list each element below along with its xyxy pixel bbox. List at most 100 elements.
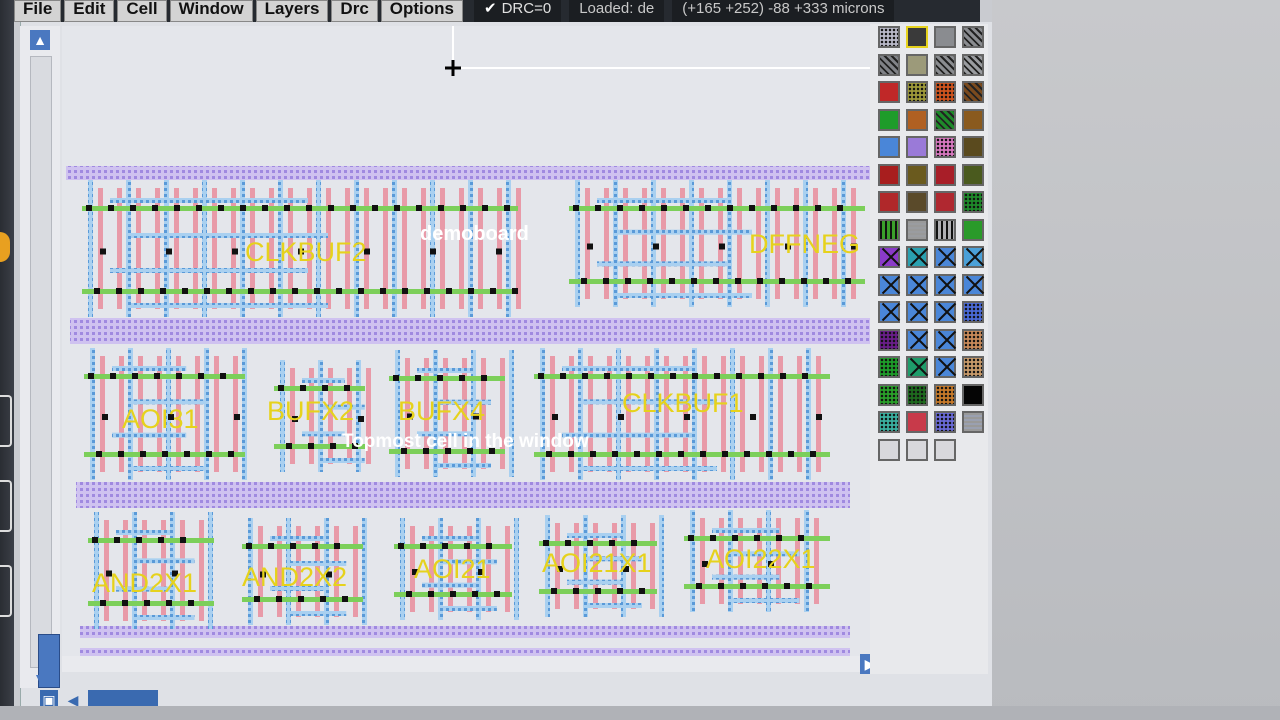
layer-swatch[interactable] <box>906 26 928 48</box>
layer-swatch[interactable] <box>934 273 956 296</box>
layer-swatch[interactable] <box>878 191 900 213</box>
layer-swatch[interactable] <box>934 136 956 158</box>
contact <box>122 600 128 606</box>
layer-swatch[interactable] <box>962 356 984 378</box>
app-launcher-icon[interactable] <box>0 232 10 262</box>
layer-swatch[interactable] <box>962 383 984 406</box>
layer-swatch[interactable] <box>962 218 984 241</box>
layer-swatch[interactable] <box>906 163 928 186</box>
layer-swatch[interactable] <box>878 218 900 241</box>
layer-swatch[interactable] <box>962 191 984 213</box>
cursor-coordinates: (+165 +252) -88 +333 microns <box>672 0 895 22</box>
dock-item-icon[interactable] <box>0 565 12 617</box>
layer-swatch[interactable] <box>962 81 984 103</box>
menu-cell[interactable]: Cell <box>117 0 167 22</box>
layer-swatch[interactable] <box>962 26 984 48</box>
metal1-wire <box>322 458 365 463</box>
layer-swatch[interactable] <box>906 53 928 76</box>
contact <box>551 588 557 594</box>
dock-item-icon[interactable] <box>0 480 12 532</box>
layer-swatch[interactable] <box>878 328 900 351</box>
drc-status[interactable]: ✔ DRC=0 <box>474 0 562 22</box>
layer-swatch[interactable] <box>962 411 984 433</box>
layer-swatch[interactable] <box>962 328 984 351</box>
layer-swatch[interactable] <box>878 26 900 48</box>
layer-swatch[interactable] <box>878 273 900 296</box>
layer-swatch[interactable] <box>962 163 984 186</box>
contact <box>823 278 829 284</box>
layer-swatch[interactable] <box>934 163 956 186</box>
layer-swatch[interactable] <box>906 383 928 406</box>
layer-swatch[interactable] <box>878 53 900 76</box>
screen-bottom-edge <box>0 706 1280 720</box>
menu-file[interactable]: File <box>14 0 62 22</box>
layout-drawing[interactable]: CLKBUF2 DFFNEG AOI31 BUFX2 BUFX4 CLKBUF1… <box>62 26 870 666</box>
contact <box>438 205 444 211</box>
layer-swatch[interactable] <box>878 301 900 323</box>
layer-swatch[interactable] <box>934 438 956 461</box>
layer-swatch[interactable] <box>934 411 956 433</box>
arrow-down-icon[interactable]: ▼ <box>30 668 50 688</box>
layer-swatch[interactable] <box>934 81 956 103</box>
metal1-wire <box>806 348 811 480</box>
layer-swatch[interactable] <box>934 191 956 213</box>
layer-swatch[interactable] <box>906 301 928 323</box>
layer-swatch[interactable] <box>878 163 900 186</box>
layer-swatch[interactable] <box>962 108 984 131</box>
layer-swatch[interactable] <box>906 191 928 213</box>
layer-swatch[interactable] <box>906 411 928 433</box>
layer-swatch[interactable] <box>906 136 928 158</box>
layer-swatch[interactable] <box>906 273 928 296</box>
menu-layers[interactable]: Layers <box>255 0 329 22</box>
contact <box>240 205 246 211</box>
contact <box>648 373 654 379</box>
layer-swatch[interactable] <box>934 301 956 323</box>
contact <box>718 583 724 589</box>
vertical-scrollbar[interactable]: ▲ ▼ <box>20 26 60 688</box>
layer-swatch[interactable] <box>934 26 956 48</box>
layer-swatch[interactable] <box>962 53 984 76</box>
metal1-wire <box>110 198 308 203</box>
layer-swatch[interactable] <box>962 136 984 158</box>
layer-swatch[interactable] <box>906 246 928 268</box>
layer-swatch[interactable] <box>878 246 900 268</box>
layer-swatch[interactable] <box>906 81 928 103</box>
menu-window[interactable]: Window <box>169 0 253 22</box>
layer-swatch[interactable] <box>962 273 984 296</box>
layer-swatch[interactable] <box>906 218 928 241</box>
layer-swatch[interactable] <box>934 383 956 406</box>
layer-swatch[interactable] <box>934 53 956 76</box>
layer-swatch[interactable] <box>878 438 900 461</box>
layer-swatch[interactable] <box>906 108 928 131</box>
layer-swatch[interactable] <box>934 246 956 268</box>
layer-swatch[interactable] <box>878 383 900 406</box>
menu-options[interactable]: Options <box>380 0 463 22</box>
contact <box>496 248 502 255</box>
arrow-up-icon[interactable]: ▲ <box>30 30 50 50</box>
layer-swatch[interactable] <box>906 356 928 378</box>
topmost-cell-label: Topmost cell in the window <box>342 431 589 452</box>
dock-item-icon[interactable] <box>0 395 12 447</box>
layer-swatch[interactable] <box>878 136 900 158</box>
layout-canvas[interactable]: CLKBUF2 DFFNEG AOI31 BUFX2 BUFX4 CLKBUF1… <box>62 26 870 666</box>
menu-drc[interactable]: Drc <box>331 0 378 22</box>
layer-swatch[interactable] <box>934 108 956 131</box>
layer-swatch[interactable] <box>878 411 900 433</box>
layer-swatch[interactable] <box>906 328 928 351</box>
layer-swatch[interactable] <box>878 356 900 378</box>
layer-swatch[interactable] <box>934 356 956 378</box>
layer-swatch[interactable] <box>906 438 928 461</box>
layer-swatch[interactable] <box>934 218 956 241</box>
layer-swatch[interactable] <box>934 328 956 351</box>
contact <box>118 451 124 457</box>
layer-swatch[interactable] <box>878 81 900 103</box>
layer-swatch[interactable] <box>962 246 984 268</box>
contact <box>234 414 240 420</box>
layer-swatch[interactable] <box>962 301 984 323</box>
horizontal-scrollbar[interactable]: ▶ <box>62 654 880 674</box>
menu-edit[interactable]: Edit <box>64 0 115 22</box>
metal1-wire <box>567 579 622 585</box>
scroll-track[interactable] <box>30 56 52 668</box>
diffusion-strip <box>394 544 512 549</box>
layer-swatch[interactable] <box>878 108 900 131</box>
